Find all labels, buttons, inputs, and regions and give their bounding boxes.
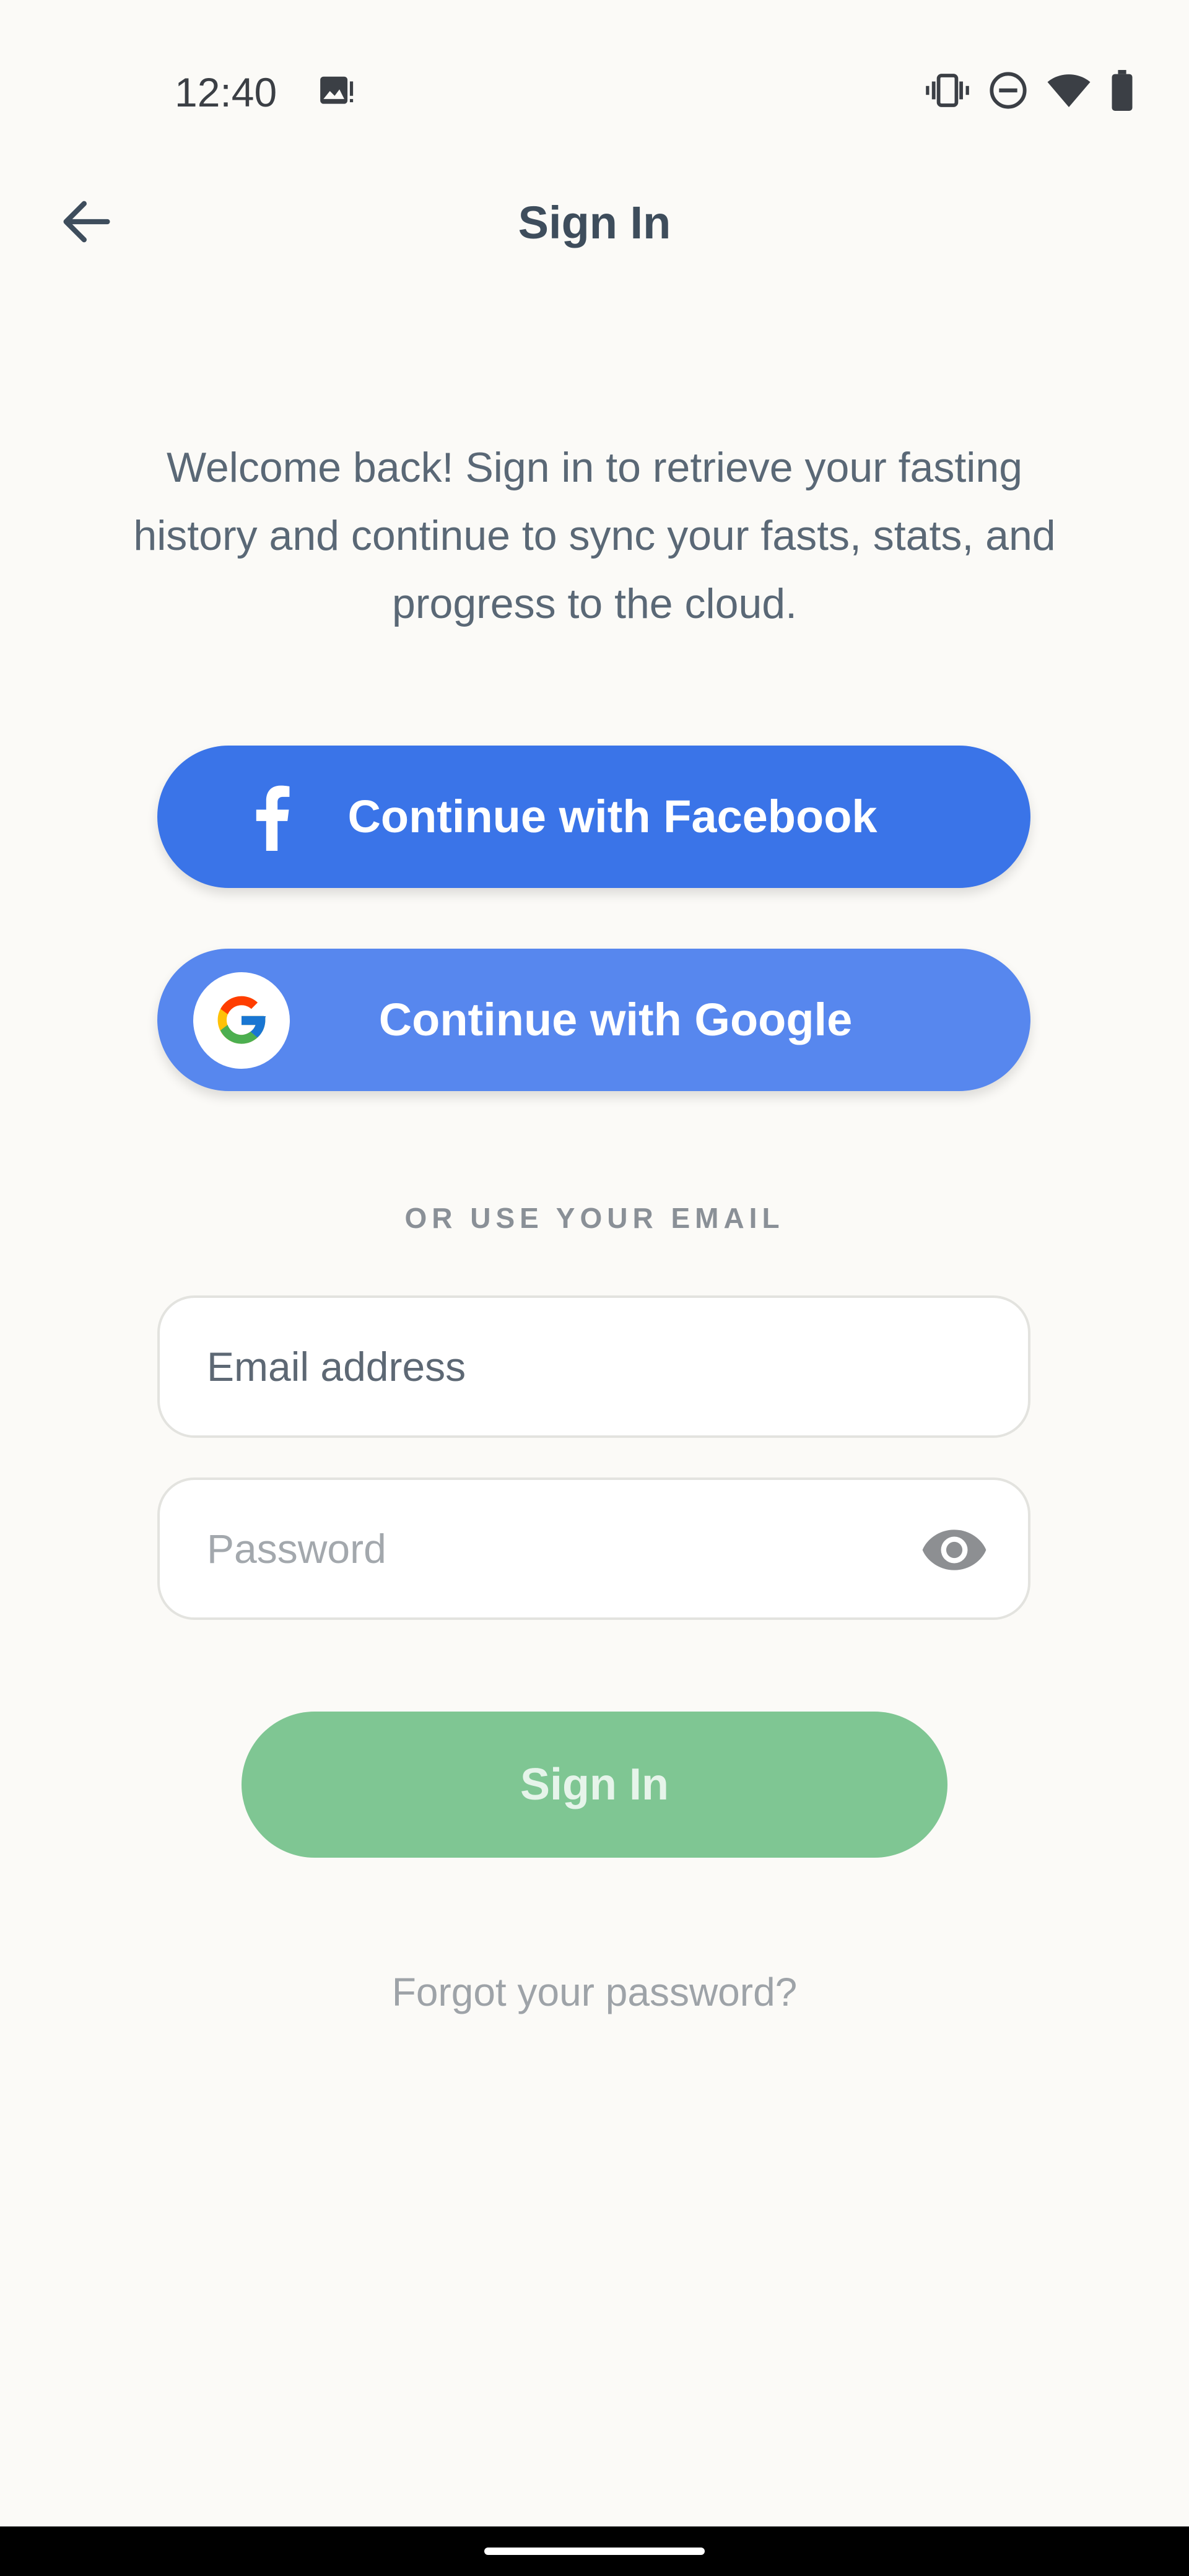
email-input[interactable] (207, 1298, 919, 1435)
facebook-button-label: Continue with Facebook (347, 791, 878, 842)
forgot-password-link[interactable]: Forgot your password? (0, 1969, 1189, 2015)
image-notification-icon (317, 72, 355, 110)
password-input[interactable] (207, 1480, 919, 1617)
password-field[interactable] (157, 1477, 1030, 1620)
back-button[interactable] (50, 186, 124, 260)
email-field[interactable] (157, 1295, 1030, 1438)
battery-icon (1110, 69, 1135, 114)
status-icons (925, 67, 1135, 116)
page-title: Sign In (518, 197, 671, 248)
wifi-icon (1047, 72, 1091, 112)
intro-text: Welcome back! Sign in to retrieve your f… (133, 444, 1056, 627)
sign-in-button[interactable]: Sign In (242, 1712, 947, 1858)
show-password-toggle[interactable] (914, 1511, 995, 1591)
status-time: 12:40 (175, 69, 277, 115)
continue-with-facebook-button[interactable]: Continue with Facebook (157, 746, 1030, 888)
vibrate-icon (925, 72, 970, 112)
eye-icon (920, 1515, 989, 1588)
do-not-disturb-icon (988, 71, 1028, 113)
continue-with-google-button[interactable]: Continue with Google (157, 949, 1030, 1091)
or-use-email-label: OR USE YOUR EMAIL (404, 1202, 785, 1234)
google-button-label: Continue with Google (378, 994, 853, 1045)
home-gesture-handle[interactable] (484, 2548, 705, 2555)
arrow-left-icon (56, 191, 118, 256)
